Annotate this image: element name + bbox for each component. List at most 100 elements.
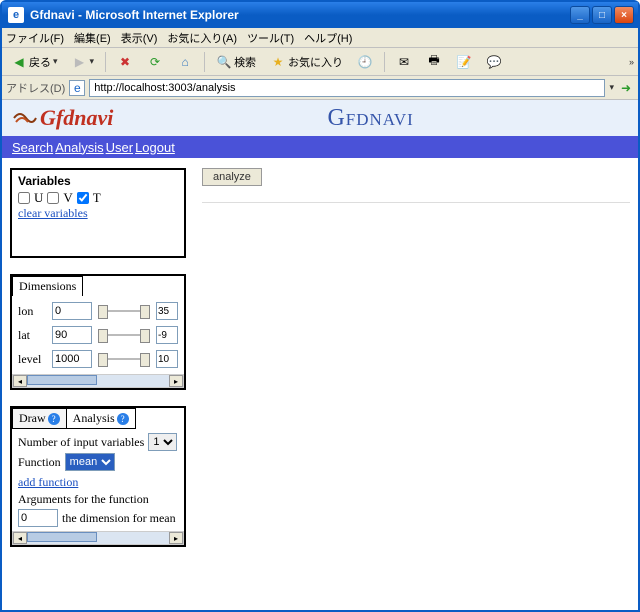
logo-mark-icon — [12, 108, 38, 128]
dim-lon-to-input[interactable] — [156, 302, 178, 320]
back-label: 戻る — [29, 54, 51, 70]
history-button[interactable]: 🕘 — [352, 51, 378, 73]
window-maximize-button[interactable]: □ — [592, 6, 612, 24]
var-t-checkbox[interactable] — [77, 192, 89, 204]
address-label: アドレス(D) — [6, 80, 65, 96]
add-function-link[interactable]: add function — [18, 475, 78, 490]
ie-icon: e — [8, 7, 24, 23]
dim-lat-label: lat — [18, 328, 48, 343]
menubar: ファイル(F) 編集(E) 表示(V) お気に入り(A) ツール(T) ヘルプ(… — [2, 28, 638, 48]
window-close-button[interactable]: × — [614, 6, 634, 24]
arg-value-input[interactable] — [18, 509, 58, 527]
search-button[interactable]: 🔍 検索 — [211, 51, 261, 73]
back-button[interactable]: ◀ 戻る ▾ — [6, 51, 63, 73]
num-inputs-label: Number of input variables — [18, 435, 144, 450]
menu-favorites[interactable]: お気に入り(A) — [167, 30, 237, 46]
help-icon[interactable]: ? — [48, 413, 60, 425]
dimensions-scrollbar[interactable]: ◂ ▸ — [12, 374, 184, 388]
nav-analysis[interactable]: Analysis — [55, 140, 103, 155]
clear-variables-link[interactable]: clear variables — [18, 206, 88, 220]
num-inputs-select[interactable]: 1 — [148, 433, 177, 451]
menu-file[interactable]: ファイル(F) — [6, 30, 64, 46]
forward-icon: ▶ — [72, 54, 88, 70]
page-icon: e — [69, 80, 85, 96]
home-button[interactable]: ⌂ — [172, 51, 198, 73]
favorites-button[interactable]: ★ お気に入り — [265, 51, 348, 73]
scroll-right-button[interactable]: ▸ — [169, 532, 183, 544]
toolbar-overflow[interactable]: » — [629, 57, 634, 67]
arg-desc: the dimension for mean — [62, 511, 176, 526]
toolbar-separator — [204, 52, 205, 72]
analysis-scrollbar[interactable]: ◂ ▸ — [12, 531, 184, 545]
scroll-thumb[interactable] — [27, 532, 97, 542]
var-v-checkbox[interactable] — [47, 192, 59, 204]
dim-lon-slider[interactable] — [98, 307, 150, 315]
star-icon: ★ — [270, 54, 286, 70]
discuss-icon: 💬 — [486, 54, 502, 70]
analyze-button[interactable]: analyze — [202, 168, 262, 186]
print-button[interactable]: 🖶 — [421, 51, 447, 73]
stop-button[interactable]: ✖ — [112, 51, 138, 73]
toolbar-separator — [105, 52, 106, 72]
var-t-label: T — [93, 190, 101, 206]
scroll-thumb[interactable] — [27, 375, 97, 385]
search-icon: 🔍 — [216, 54, 232, 70]
divider — [202, 202, 630, 203]
scroll-left-button[interactable]: ◂ — [13, 532, 27, 544]
analysis-tab[interactable]: Analysis ? — [66, 408, 136, 429]
main-area: analyze — [202, 168, 630, 547]
window-titlebar: e Gfdnavi - Microsoft Internet Explorer … — [2, 2, 638, 28]
menu-help[interactable]: ヘルプ(H) — [304, 30, 352, 46]
window-title: Gfdnavi - Microsoft Internet Explorer — [30, 8, 570, 22]
window-minimize-button[interactable]: _ — [570, 6, 590, 24]
dim-row-level: level — [18, 350, 178, 368]
refresh-button[interactable]: ⟳ — [142, 51, 168, 73]
edit-button[interactable]: 📝 — [451, 51, 477, 73]
forward-button[interactable]: ▶ ▾ — [67, 51, 100, 73]
main-nav: Search Analysis User Logout — [2, 136, 638, 158]
dim-lat-slider[interactable] — [98, 331, 150, 339]
chevron-down-icon: ▾ — [90, 56, 95, 67]
menu-tools[interactable]: ツール(T) — [247, 30, 294, 46]
var-v-label: V — [63, 190, 72, 206]
nav-user[interactable]: User — [106, 140, 133, 155]
dim-level-from-input[interactable] — [52, 350, 92, 368]
function-select[interactable]: mean — [65, 453, 115, 471]
page-body: Gfdnavi Gfdnavi Search Analysis User Log… — [2, 100, 638, 610]
address-input[interactable] — [89, 79, 605, 97]
favorites-label: お気に入り — [288, 54, 343, 70]
address-dropdown[interactable]: ▾ — [609, 82, 614, 93]
analysis-panel: Draw ? Analysis ? Number of input variab… — [10, 406, 186, 547]
mail-icon: ✉ — [396, 54, 412, 70]
logo: Gfdnavi — [12, 105, 113, 131]
dim-lat-to-input[interactable] — [156, 326, 178, 344]
brand-title: Gfdnavi — [113, 105, 628, 132]
help-icon[interactable]: ? — [117, 413, 129, 425]
analysis-tab-label: Analysis — [73, 411, 115, 426]
scroll-right-button[interactable]: ▸ — [169, 375, 183, 387]
scroll-left-button[interactable]: ◂ — [13, 375, 27, 387]
nav-logout[interactable]: Logout — [135, 140, 175, 155]
var-u-checkbox[interactable] — [18, 192, 30, 204]
toolbar-separator — [384, 52, 385, 72]
args-label: Arguments for the function — [18, 492, 149, 507]
dimensions-tab[interactable]: Dimensions — [12, 276, 83, 296]
draw-tab[interactable]: Draw ? — [12, 408, 67, 429]
dimensions-panel: Dimensions lon lat level — [10, 274, 186, 390]
menu-view[interactable]: 表示(V) — [121, 30, 158, 46]
discuss-button[interactable]: 💬 — [481, 51, 507, 73]
page-header: Gfdnavi Gfdnavi — [2, 100, 638, 136]
go-icon[interactable]: ➜ — [618, 80, 634, 96]
mail-button[interactable]: ✉ — [391, 51, 417, 73]
dim-level-slider[interactable] — [98, 355, 150, 363]
toolbar: ◀ 戻る ▾ ▶ ▾ ✖ ⟳ ⌂ 🔍 検索 ★ お気に入り 🕘 ✉ 🖶 📝 💬 … — [2, 48, 638, 76]
dim-lon-from-input[interactable] — [52, 302, 92, 320]
draw-tab-label: Draw — [19, 411, 46, 426]
nav-search[interactable]: Search — [12, 140, 53, 155]
menu-edit[interactable]: 編集(E) — [74, 30, 111, 46]
dim-row-lon: lon — [18, 302, 178, 320]
dim-level-to-input[interactable] — [156, 350, 178, 368]
variables-title: Variables — [18, 174, 178, 188]
variables-panel: Variables U V T clear variables — [10, 168, 186, 258]
dim-lat-from-input[interactable] — [52, 326, 92, 344]
